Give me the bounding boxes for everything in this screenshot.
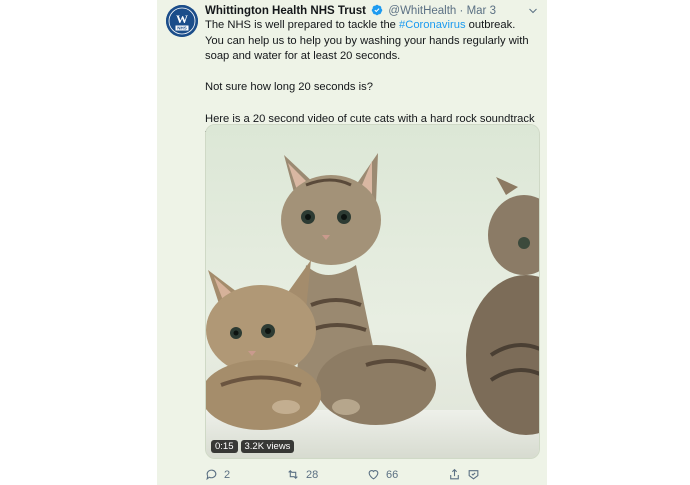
like-count: 66 — [386, 468, 399, 481]
share-button[interactable] — [448, 468, 480, 481]
tweet-paragraph-1: The NHS is well prepared to tackle the #… — [205, 18, 535, 65]
tweet-card[interactable]: W NHS Whittington Health NHS Trust @Whit… — [157, 0, 547, 485]
retweet-count: 28 — [306, 468, 319, 481]
author-handle[interactable]: @WhitHealth — [388, 5, 456, 17]
avatar[interactable]: W NHS — [166, 5, 198, 37]
kitten-left — [206, 260, 321, 430]
like-button[interactable]: 66 — [367, 468, 398, 481]
video-player[interactable]: 0:15 3.2K views — [205, 124, 540, 459]
hashtag-link[interactable]: #Coronavirus — [399, 19, 466, 31]
author-name[interactable]: Whittington Health NHS Trust — [205, 5, 366, 17]
retweet-button[interactable]: 28 — [286, 468, 318, 481]
retweet-icon — [288, 469, 298, 480]
logo-letter: W — [176, 12, 188, 26]
share-heart-icon — [468, 470, 479, 480]
separator-dot: · — [459, 5, 464, 17]
video-thumbnail — [206, 125, 539, 458]
tweet-header: Whittington Health NHS Trust @WhitHealth… — [205, 3, 535, 19]
reply-icon — [206, 469, 217, 481]
text-part-1: The NHS is well prepared to tackle the — [205, 19, 400, 31]
video-views: 3.2K views — [240, 440, 295, 453]
like-icon — [368, 470, 379, 480]
tweet-actions: 2 28 66 — [205, 468, 505, 484]
tweet-paragraph-2: Not sure how long 20 seconds is? — [205, 81, 373, 94]
share-icon — [450, 468, 459, 480]
video-badges: 0:15 3.2K views — [211, 440, 295, 453]
video-duration: 0:15 — [211, 440, 238, 453]
logo-caption: NHS — [177, 26, 187, 31]
reply-button[interactable]: 2 — [205, 468, 230, 481]
tweet-date[interactable]: Mar 3 — [467, 5, 496, 17]
reply-count: 2 — [224, 468, 231, 481]
nhs-logo-icon: W NHS — [166, 5, 198, 37]
